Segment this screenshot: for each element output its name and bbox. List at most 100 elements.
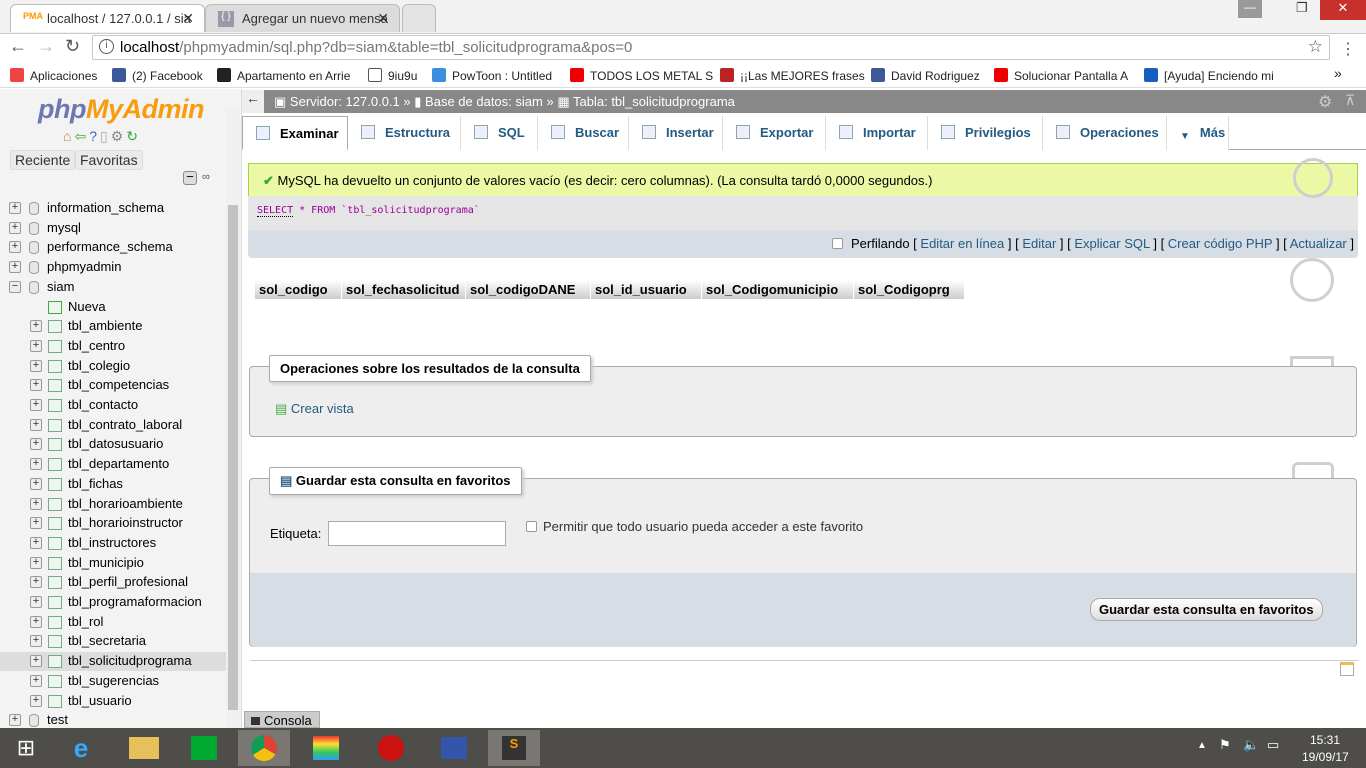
sidebar-table-item[interactable]: + tbl_horarioambiente	[0, 495, 226, 514]
sidebar-table-item[interactable]: + tbl_sugerencias	[0, 672, 226, 691]
sidebar-new-table[interactable]: Nueva	[0, 298, 226, 317]
bookmark-item[interactable]: Apartamento en Arrie	[217, 68, 350, 83]
column-header[interactable]: sol_Codigomunicipio	[702, 280, 853, 299]
recent-button[interactable]: Reciente	[10, 150, 76, 170]
phpmyadmin-logo[interactable]: phpMyAdmin	[38, 94, 204, 125]
expand-icon[interactable]: +	[9, 241, 21, 254]
create-view-link[interactable]: ▤ Crear vista	[275, 401, 354, 417]
tree-label[interactable]: tbl_competencias	[68, 377, 169, 392]
tree-label[interactable]: phpmyadmin	[47, 259, 121, 274]
sidebar-table-item[interactable]: + tbl_centro	[0, 337, 226, 356]
network-icon[interactable]: ▭	[1267, 737, 1279, 753]
minimize-button[interactable]: —	[1238, 0, 1262, 18]
sidebar-database-item[interactable]: + information_schema	[0, 199, 226, 218]
sidebar-scrollbar-thumb[interactable]	[228, 205, 238, 710]
sidebar-table-item[interactable]: + tbl_secretaria	[0, 632, 226, 651]
bookmark-item[interactable]: PowToon : Untitled	[432, 68, 552, 83]
taskbar-remote[interactable]	[428, 730, 480, 766]
close-tab-icon[interactable]: ✕	[377, 10, 389, 27]
tree-label[interactable]: Nueva	[68, 299, 106, 314]
tab-estructura[interactable]: Estructura	[348, 116, 461, 150]
tab-examinar[interactable]: Examinar	[242, 116, 348, 150]
tree-label[interactable]: tbl_ambiente	[68, 318, 142, 333]
tab-más[interactable]: ▼ Más	[1167, 116, 1229, 150]
create-php-code-link[interactable]: Crear código PHP	[1168, 236, 1273, 251]
sidebar-table-item[interactable]: + tbl_contrato_laboral	[0, 416, 226, 435]
page-settings-icon[interactable]	[1340, 662, 1354, 676]
bookmark-star-icon[interactable]: ☆	[1308, 37, 1323, 57]
bookmark-item[interactable]: [Ayuda] Enciendo mi	[1144, 68, 1274, 83]
tree-label[interactable]: mysql	[47, 220, 81, 235]
sidebar-table-item[interactable]: + tbl_colegio	[0, 357, 226, 376]
tree-label[interactable]: tbl_fichas	[68, 476, 123, 491]
explain-sql-link[interactable]: Explicar SQL	[1074, 236, 1149, 251]
tree-label[interactable]: tbl_horarioambiente	[68, 496, 183, 511]
tree-label[interactable]: tbl_contacto	[68, 397, 138, 412]
taskbar-ie[interactable]: e	[55, 730, 107, 766]
tree-label[interactable]: performance_schema	[47, 239, 173, 254]
expand-icon[interactable]: +	[30, 576, 42, 589]
sidebar-table-item[interactable]: + tbl_datosusuario	[0, 435, 226, 454]
bookmark-item[interactable]: David Rodriguez	[871, 68, 980, 83]
show-hidden-icons[interactable]: ▲	[1197, 740, 1207, 751]
expand-icon[interactable]: +	[30, 517, 42, 530]
tree-label[interactable]: tbl_centro	[68, 338, 125, 353]
column-header[interactable]: sol_codigoDANE	[466, 280, 590, 299]
tab-insertar[interactable]: Insertar	[629, 116, 723, 150]
sidebar-database-item[interactable]: + phpmyadmin	[0, 258, 226, 277]
sidebar-database-item[interactable]: + mysql	[0, 219, 226, 238]
tree-label[interactable]: tbl_municipio	[68, 555, 144, 570]
tree-label[interactable]: tbl_sugerencias	[68, 673, 159, 688]
profiling-checkbox[interactable]	[832, 238, 844, 249]
sidebar-table-item[interactable]: + tbl_perfil_profesional	[0, 573, 226, 592]
taskbar-explorer[interactable]	[118, 730, 170, 766]
tree-label[interactable]: tbl_contrato_laboral	[68, 417, 182, 432]
taskbar-sublime[interactable]: S	[488, 730, 540, 766]
browser-tab-phpmyadmin[interactable]: PMA localhost / 127.0.0.1 / sia ✕	[10, 4, 205, 32]
expand-icon[interactable]: +	[9, 714, 21, 727]
favorites-button[interactable]: Favoritas	[75, 150, 143, 170]
sidebar-table-item[interactable]: + tbl_departamento	[0, 455, 226, 474]
volume-muted-icon[interactable]: 🔈	[1243, 737, 1259, 753]
taskbar-chrome[interactable]	[238, 730, 290, 766]
tab-sql[interactable]: SQL	[461, 116, 538, 150]
home-icon[interactable]: ⌂	[63, 128, 74, 144]
expand-icon[interactable]: +	[30, 339, 42, 352]
tree-label[interactable]: tbl_solicitudprograma	[68, 653, 192, 668]
expand-icon[interactable]: +	[30, 497, 42, 510]
clock-time[interactable]: 15:31	[1310, 733, 1340, 747]
expand-icon[interactable]: +	[30, 320, 42, 333]
save-bookmark-button[interactable]: Guardar esta consulta en favoritos	[1090, 598, 1323, 621]
collapse-icon[interactable]: −	[9, 280, 21, 293]
expand-icon[interactable]: +	[30, 674, 42, 687]
info-icon[interactable]: i	[99, 39, 114, 54]
expand-icon[interactable]: +	[30, 694, 42, 707]
taskbar-store[interactable]	[178, 730, 230, 766]
collapse-top-icon[interactable]: ⊼	[1345, 92, 1355, 109]
refresh-link[interactable]: Actualizar	[1290, 236, 1347, 251]
tree-label[interactable]: tbl_perfil_profesional	[68, 574, 188, 589]
sidebar-table-item[interactable]: + tbl_horarioinstructor	[0, 514, 226, 533]
sql-keyword-select[interactable]: SELECT	[257, 205, 294, 217]
forward-icon[interactable]: →	[37, 36, 55, 57]
browser-tab-message[interactable]: { } Agregar un nuevo mensa ✕	[205, 4, 400, 32]
maximize-button[interactable]: ❐	[1296, 0, 1308, 16]
collapse-all-icon[interactable]: −	[183, 170, 197, 185]
start-button[interactable]: ⊞	[0, 730, 52, 766]
bookmark-item[interactable]: (2) Facebook	[112, 68, 203, 83]
new-tab-button[interactable]	[402, 4, 436, 32]
reload-nav-icon[interactable]: ↻	[126, 128, 141, 144]
close-window-button[interactable]: ✕	[1320, 0, 1366, 20]
tree-label[interactable]: tbl_datosusuario	[68, 436, 163, 451]
sidebar-table-item[interactable]: + tbl_competencias	[0, 376, 226, 395]
sidebar-table-item[interactable]: + tbl_usuario	[0, 692, 226, 711]
sidebar-table-item[interactable]: + tbl_municipio	[0, 554, 226, 573]
expand-icon[interactable]: +	[30, 635, 42, 648]
tree-label[interactable]: tbl_departamento	[68, 456, 169, 471]
expand-icon[interactable]: +	[30, 399, 42, 411]
tab-privilegios[interactable]: Privilegios	[928, 116, 1043, 150]
tree-label[interactable]: siam	[47, 279, 74, 294]
bookmark-item[interactable]: 9iu9u	[368, 68, 417, 83]
reload-icon[interactable]: ↻	[65, 36, 80, 57]
sidebar-table-item[interactable]: + tbl_rol	[0, 613, 226, 632]
